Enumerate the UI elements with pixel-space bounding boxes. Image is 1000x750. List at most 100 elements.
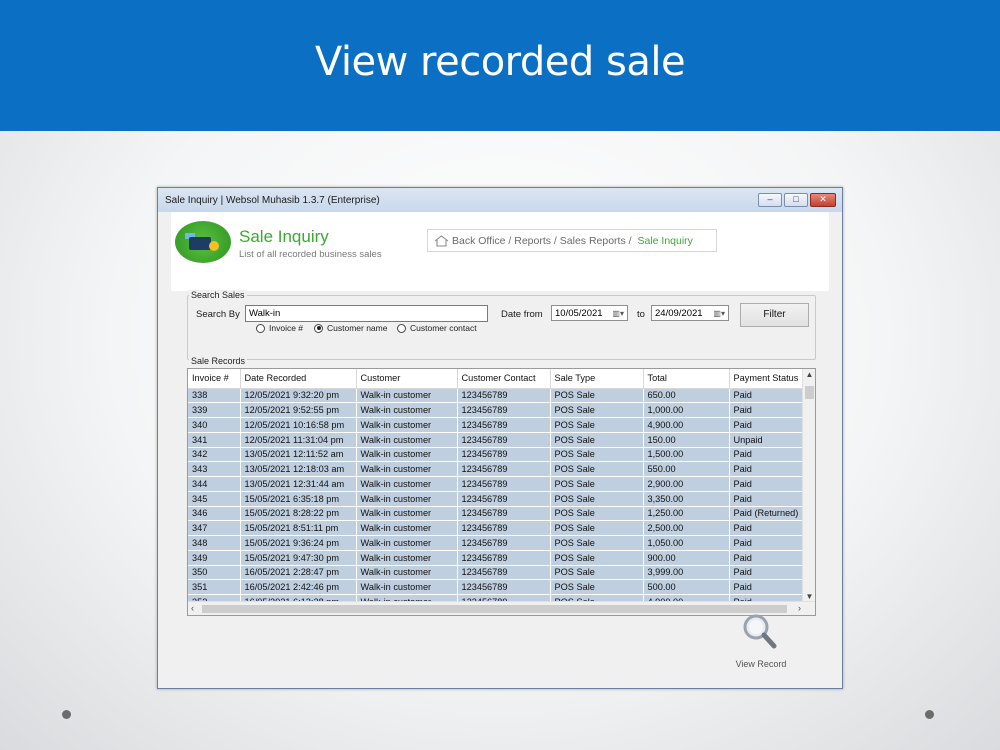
scroll-up-icon[interactable]: ▲ xyxy=(803,370,815,379)
column-header[interactable]: Date Recorded xyxy=(240,369,357,389)
sale-records-grid[interactable]: Invoice # Date Recorded Customer Customer C… xyxy=(187,368,816,616)
scroll-thumb-horizontal[interactable] xyxy=(202,605,787,613)
table-cell: 15/05/2021 8:51:11 pm xyxy=(240,520,357,536)
table-cell: POS Sale xyxy=(550,388,644,404)
table-cell: 4,900.00 xyxy=(643,417,730,433)
table-cell: 351 xyxy=(188,579,241,595)
table-cell: Walk-in customer xyxy=(356,491,458,507)
maximize-button[interactable]: □ xyxy=(784,193,808,207)
table-cell: POS Sale xyxy=(550,506,644,522)
table-cell: 12/05/2021 11:31:04 pm xyxy=(240,432,357,448)
table-row[interactable]: 338 12/05/2021 9:32:20 pm Walk-in customer… xyxy=(188,388,803,404)
table-row[interactable]: 339 12/05/2021 9:52:55 pm Walk-in customer… xyxy=(188,402,803,418)
calendar-icon[interactable]: ▥▾ xyxy=(713,309,725,318)
table-cell: Walk-in customer xyxy=(356,476,458,492)
table-cell: Paid xyxy=(729,520,803,536)
table-cell: 15/05/2021 6:35:18 pm xyxy=(240,491,357,507)
table-cell: 1,000.00 xyxy=(643,402,730,418)
calendar-icon[interactable]: ▥▾ xyxy=(612,309,624,318)
table-cell: Walk-in customer xyxy=(356,388,458,404)
table-cell: Paid xyxy=(729,565,803,581)
table-cell: 345 xyxy=(188,491,241,507)
table-cell: Paid xyxy=(729,447,803,463)
radio-customer-contact-dot[interactable] xyxy=(397,323,406,333)
column-header[interactable]: Invoice # xyxy=(188,369,241,389)
column-header[interactable]: Total xyxy=(643,369,730,389)
table-row[interactable]: 348 15/05/2021 9:36:24 pm Walk-in customer… xyxy=(188,535,803,551)
table-row[interactable]: 346 15/05/2021 8:28:22 pm Walk-in customer… xyxy=(188,506,803,522)
table-cell: 123456789 xyxy=(457,461,551,477)
table-cell: 12/05/2021 10:16:58 pm xyxy=(240,417,357,433)
date-to-picker[interactable]: 24/09/2021 ▥▾ xyxy=(651,305,729,321)
table-cell: Unpaid xyxy=(729,432,803,448)
column-header[interactable]: Customer Contact xyxy=(457,369,551,389)
table-cell: 900.00 xyxy=(643,550,730,566)
table-row[interactable]: 341 12/05/2021 11:31:04 pm Walk-in custome… xyxy=(188,432,803,448)
table-cell: 1,250.00 xyxy=(643,506,730,522)
table-cell: 13/05/2021 12:11:52 am xyxy=(240,447,357,463)
table-row[interactable]: 350 16/05/2021 2:28:47 pm Walk-in customer… xyxy=(188,565,803,581)
table-row[interactable]: 347 15/05/2021 8:51:11 pm Walk-in customer… xyxy=(188,520,803,536)
table-cell: Walk-in customer xyxy=(356,447,458,463)
column-header[interactable]: Customer xyxy=(356,369,458,389)
table-cell: Walk-in customer xyxy=(356,520,458,536)
view-record-button[interactable]: View Record xyxy=(731,612,791,669)
table-cell: 350 xyxy=(188,565,241,581)
minimize-button[interactable]: – xyxy=(758,193,782,207)
filter-button[interactable]: Filter xyxy=(740,303,809,327)
search-input[interactable]: Walk-in xyxy=(245,305,488,322)
window-titlebar[interactable]: Sale Inquiry | Websol Muhasib 1.3.7 (Ent… xyxy=(158,188,842,212)
close-button[interactable]: ✕ xyxy=(810,193,836,207)
table-cell: 3,999.00 xyxy=(643,565,730,581)
table-body: 338 12/05/2021 9:32:20 pm Walk-in customer… xyxy=(188,388,803,610)
radio-customer-contact[interactable]: Customer contact xyxy=(397,323,477,333)
table-cell: Walk-in customer xyxy=(356,506,458,522)
table-cell: Walk-in customer xyxy=(356,417,458,433)
table-cell: POS Sale xyxy=(550,491,644,507)
column-header[interactable]: Sale Type xyxy=(550,369,644,389)
table-cell: 123456789 xyxy=(457,388,551,404)
table-cell: 338 xyxy=(188,388,241,404)
window-title: Sale Inquiry | Websol Muhasib 1.3.7 (Ent… xyxy=(165,194,380,206)
table-row[interactable]: 342 13/05/2021 12:11:52 am Walk-in custome… xyxy=(188,447,803,463)
scroll-thumb[interactable] xyxy=(805,386,814,399)
horizontal-scrollbar[interactable]: ‹ › xyxy=(188,601,815,615)
date-from-picker[interactable]: 10/05/2021 ▥▾ xyxy=(551,305,628,321)
table-cell: 123456789 xyxy=(457,520,551,536)
table-row[interactable]: 344 13/05/2021 12:31:44 am Walk-in custome… xyxy=(188,476,803,492)
table-cell: Paid xyxy=(729,535,803,551)
breadcrumb-current: Sale Inquiry xyxy=(637,234,693,247)
table-cell: POS Sale xyxy=(550,402,644,418)
table-row[interactable]: 345 15/05/2021 6:35:18 pm Walk-in customer… xyxy=(188,491,803,507)
table-cell: Paid xyxy=(729,461,803,477)
radio-customer-name-dot[interactable] xyxy=(314,323,323,333)
table-cell: 123456789 xyxy=(457,491,551,507)
sale-records-label: Sale Records xyxy=(189,356,248,366)
column-header[interactable]: Payment Status xyxy=(729,369,803,389)
table-cell: 12/05/2021 9:52:55 pm xyxy=(240,402,357,418)
table-row[interactable]: 351 16/05/2021 2:42:46 pm Walk-in customer… xyxy=(188,579,803,595)
vertical-scrollbar[interactable]: ▲ ▼ xyxy=(802,369,815,602)
table-cell: 550.00 xyxy=(643,461,730,477)
table-cell: 342 xyxy=(188,447,241,463)
table-cell: 2,900.00 xyxy=(643,476,730,492)
table-row[interactable]: 349 15/05/2021 9:47:30 pm Walk-in customer… xyxy=(188,550,803,566)
table-row[interactable]: 340 12/05/2021 10:16:58 pm Walk-in custome… xyxy=(188,417,803,433)
scroll-down-icon[interactable]: ▼ xyxy=(803,592,815,601)
slide-banner: View recorded sale xyxy=(0,0,1000,131)
table-cell: 123456789 xyxy=(457,417,551,433)
table-cell: Paid xyxy=(729,417,803,433)
app-window: Sale Inquiry | Websol Muhasib 1.3.7 (Ent… xyxy=(157,187,843,689)
radio-invoice-label: Invoice # xyxy=(269,323,304,333)
table-row[interactable]: 343 13/05/2021 12:18:03 am Walk-in custome… xyxy=(188,461,803,477)
radio-invoice-dot[interactable] xyxy=(256,323,265,333)
radio-invoice[interactable]: Invoice # xyxy=(256,323,303,333)
view-record-label: View Record xyxy=(735,659,787,669)
scroll-left-icon[interactable]: ‹ xyxy=(191,603,194,613)
scroll-right-icon[interactable]: › xyxy=(798,603,801,613)
radio-customer-name[interactable]: Customer name xyxy=(314,323,387,333)
table-cell: POS Sale xyxy=(550,579,644,595)
table-cell: 346 xyxy=(188,506,241,522)
breadcrumb-path[interactable]: Back Office / Reports / Sales Reports / xyxy=(452,235,634,247)
home-icon[interactable] xyxy=(434,234,449,247)
